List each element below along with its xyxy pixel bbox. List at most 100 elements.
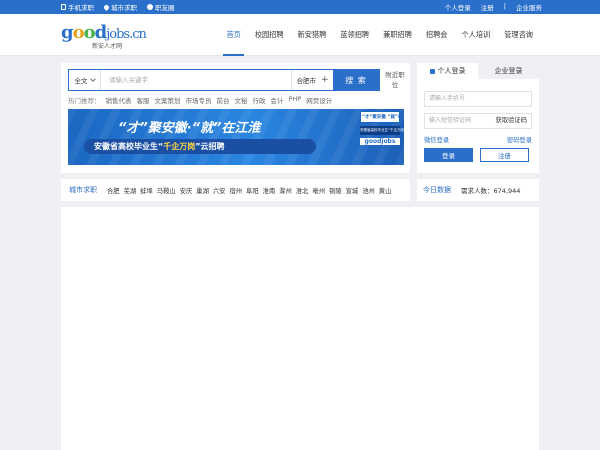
tab-personal-label: 个人登录 xyxy=(437,67,466,75)
people-icon xyxy=(147,4,153,10)
login-button[interactable]: 登录 xyxy=(424,148,473,162)
banner-subline-highlight: 千企万岗 xyxy=(163,142,196,151)
nav-headhunt[interactable]: 新安猎聘 xyxy=(291,14,334,56)
register-link[interactable]: 注册 xyxy=(481,2,494,12)
top-bar-right: 个人登录 注册 | 企业服务 xyxy=(445,2,542,12)
banner-side-logo: goodjobs xyxy=(360,138,400,145)
main-nav: 首页 校园招聘 新安猎聘 蓝领招聘 兼职招聘 招聘会 个人培训 管理咨询 xyxy=(219,14,540,56)
hot-keyword[interactable]: 文秘 xyxy=(235,95,248,105)
today-stats: 今日数据 需求人数：674,944 xyxy=(417,179,539,201)
content-area xyxy=(61,207,539,450)
mobile-icon xyxy=(61,4,66,10)
tab-company-label: 企业登录 xyxy=(494,67,523,75)
hot-keywords-label: 热门推荐： xyxy=(68,97,101,105)
search-scope-select[interactable]: 全文 xyxy=(69,70,101,90)
hot-keyword[interactable]: 会计 xyxy=(271,95,284,105)
city-link[interactable]: 宣城 xyxy=(346,186,359,195)
hot-keyword[interactable]: PHP xyxy=(289,95,302,105)
city-job-label: 城市求职 xyxy=(111,4,137,12)
tab-company-login[interactable]: 企业登录 xyxy=(478,63,539,79)
site-logo[interactable]: goodjobs.cn 新安人才网 xyxy=(61,22,147,50)
search-input[interactable] xyxy=(101,70,291,90)
banner-side-mid: 安徽省高校毕业生“千企万岗”云招聘 xyxy=(360,126,404,135)
today-stats-title: 今日数据 xyxy=(423,186,451,194)
login-links: 微信登录 密码登录 xyxy=(424,135,532,144)
nav-bluecollar[interactable]: 蓝领招聘 xyxy=(333,14,376,56)
city-jobs-title: 城市求职 xyxy=(69,186,97,194)
banner-side-badge: “才”聚安徽 “就”在江淮 安徽省高校毕业生“千企万岗”云招聘 goodjobs xyxy=(360,111,404,163)
banner-subline-prefix: 安徽省高校毕业生“ xyxy=(94,142,164,151)
city-job-link[interactable]: 城市求职 xyxy=(102,2,137,12)
password-login-link[interactable]: 密码登录 xyxy=(507,135,532,144)
hot-keyword[interactable]: 文案策划 xyxy=(155,95,181,105)
banner-side-top: “才”聚安徽 “就”在江淮 xyxy=(360,111,404,123)
city-link[interactable]: 亳州 xyxy=(312,186,325,195)
top-bar-left: 手机求职 城市求职 职友圈 xyxy=(61,2,175,12)
hot-keyword[interactable]: 市场专员 xyxy=(186,95,212,105)
city-link[interactable]: 芜湖 xyxy=(124,186,137,195)
wechat-login-link[interactable]: 微信登录 xyxy=(424,135,449,144)
promo-banner[interactable]: “才”聚安徽·“就”在江淮 安徽省高校毕业生“千企万岗”云招聘 “才”聚安徽 “… xyxy=(68,109,404,165)
city-link[interactable]: 巢湖 xyxy=(196,186,209,195)
location-icon xyxy=(102,3,111,11)
get-code-button[interactable]: 获取验证码 xyxy=(496,114,527,128)
mobile-job-label: 手机求职 xyxy=(68,4,94,12)
nav-consulting[interactable]: 管理咨询 xyxy=(497,14,540,56)
search-bar: 全文 合肥市 + 搜 索 xyxy=(68,69,380,91)
city-link[interactable]: 马鞍山 xyxy=(157,186,176,195)
hot-keywords: 热门推荐： 销售代表 客服 文案策划 市场专员 前台 文秘 行政 会计 PHP … xyxy=(68,95,404,105)
chevron-down-icon xyxy=(89,76,96,82)
city-link[interactable]: 淮南 xyxy=(263,186,276,195)
hot-keyword[interactable]: 销售代表 xyxy=(106,95,132,105)
city-link[interactable]: 六安 xyxy=(213,186,226,195)
city-link[interactable]: 铜陵 xyxy=(329,186,342,195)
today-demand-label: 需求人数： xyxy=(461,187,494,195)
city-link[interactable]: 淮北 xyxy=(296,186,309,195)
hot-keyword[interactable]: 网页设计 xyxy=(306,95,332,105)
today-demand: 需求人数：674,944 xyxy=(461,185,520,195)
city-link[interactable]: 池州 xyxy=(362,186,375,195)
plus-icon: + xyxy=(320,75,329,85)
city-jobs-row: 城市求职 合肥 芜湖 蚌埠 马鞍山 安庆 巢湖 六安 宿州 阜阳 淮南 滁州 淮… xyxy=(61,179,410,201)
city-link[interactable]: 蚌埠 xyxy=(140,186,153,195)
phone-placeholder: 请输入手机号 xyxy=(429,95,466,102)
nav-jobfair[interactable]: 招聘会 xyxy=(419,14,455,56)
top-bar: 手机求职 城市求职 职友圈 个人登录 注册 | 企业服务 xyxy=(0,0,600,14)
banner-headline: “才”聚安徽·“就”在江淮 xyxy=(118,121,261,136)
login-panel: 个人登录 企业登录 请输入手机号 输入短信验证码 获取验证码 微信登录 密码登录… xyxy=(417,63,539,173)
nav-training[interactable]: 个人培训 xyxy=(454,14,497,56)
top-divider: | xyxy=(503,2,506,10)
city-link[interactable]: 黄山 xyxy=(379,186,392,195)
banner-subline-suffix: ”云招聘 xyxy=(195,142,225,151)
sms-code-input[interactable]: 输入短信验证码 获取验证码 xyxy=(424,113,532,129)
phone-input[interactable]: 请输入手机号 xyxy=(424,91,532,107)
hot-keyword[interactable]: 行政 xyxy=(253,95,266,105)
logo-subtitle: 新安人才网 xyxy=(92,43,123,50)
nav-parttime[interactable]: 兼职招聘 xyxy=(376,14,419,56)
site-header: goodjobs.cn 新安人才网 首页 校园招聘 新安猎聘 蓝领招聘 兼职招聘… xyxy=(0,14,600,56)
friends-link[interactable]: 职友圈 xyxy=(147,2,175,12)
register-button[interactable]: 注册 xyxy=(480,148,529,162)
login-tabs: 个人登录 企业登录 xyxy=(417,63,539,79)
city-link[interactable]: 安庆 xyxy=(180,186,193,195)
city-link[interactable]: 阜阳 xyxy=(246,186,259,195)
friends-label: 职友圈 xyxy=(155,4,175,12)
banner-subline: 安徽省高校毕业生“千企万岗”云招聘 xyxy=(84,139,316,154)
nav-home[interactable]: 首页 xyxy=(219,14,247,56)
city-select[interactable]: 合肥市 + xyxy=(291,70,333,90)
city-link[interactable]: 合肥 xyxy=(107,186,120,195)
sms-code-placeholder: 输入短信验证码 xyxy=(429,117,472,124)
enterprise-service-link[interactable]: 企业服务 xyxy=(516,2,542,12)
personal-login-link[interactable]: 个人登录 xyxy=(445,2,471,12)
city-link[interactable]: 滁州 xyxy=(279,186,292,195)
hot-keyword[interactable]: 客服 xyxy=(137,95,150,105)
search-button[interactable]: 搜 索 xyxy=(333,70,379,90)
nav-campus[interactable]: 校园招聘 xyxy=(248,14,291,56)
mobile-job-link[interactable]: 手机求职 xyxy=(61,2,94,12)
search-scope-label: 全文 xyxy=(74,77,88,85)
search-panel: 全文 合肥市 + 搜 索 附近职位 热门推荐： 销售代表 客服 文案策划 市场专… xyxy=(61,63,410,173)
city-link[interactable]: 宿州 xyxy=(229,186,242,195)
hot-keyword[interactable]: 前台 xyxy=(217,95,230,105)
nearby-jobs-link[interactable]: 附近职位 xyxy=(385,70,405,90)
tab-personal-login[interactable]: 个人登录 xyxy=(417,63,478,79)
